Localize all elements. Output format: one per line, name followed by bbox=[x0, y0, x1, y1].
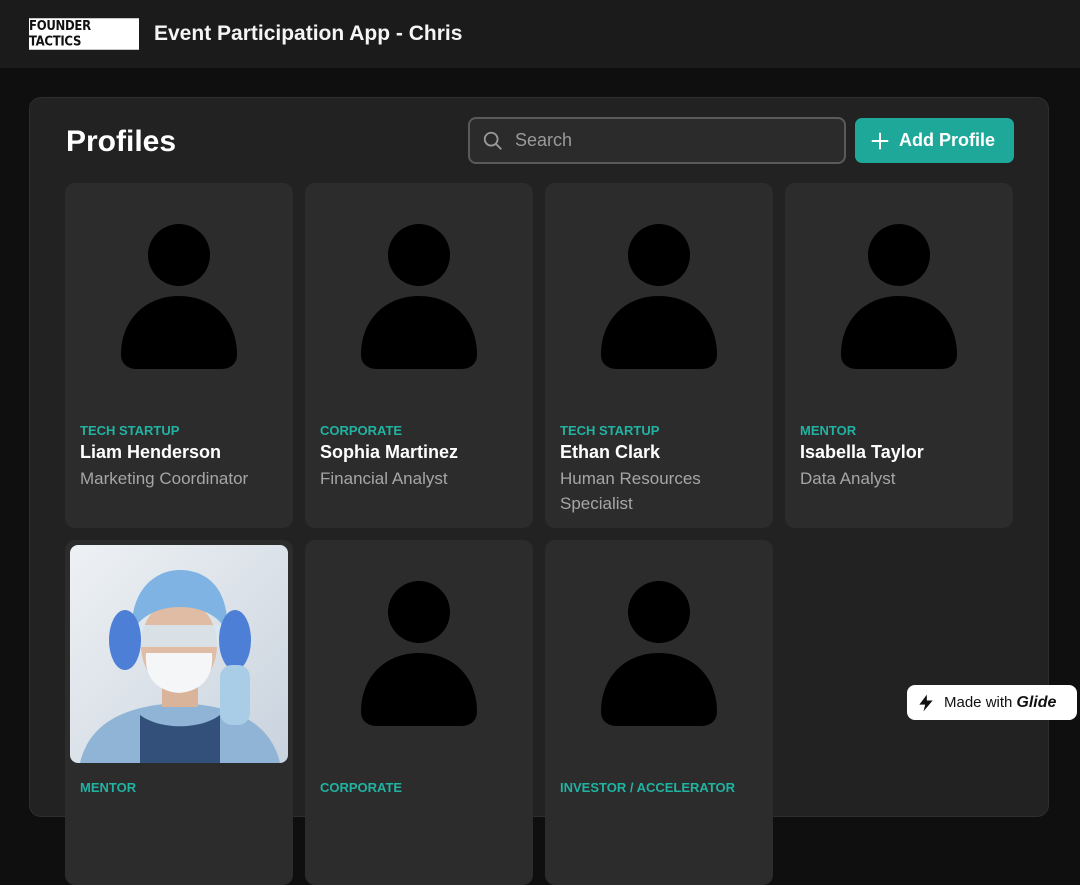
profile-card[interactable]: CORPORATE bbox=[305, 540, 533, 885]
profile-card[interactable]: CORPORATE Sophia Martinez Financial Anal… bbox=[305, 183, 533, 528]
profile-category: INVESTOR / ACCELERATOR bbox=[560, 780, 736, 795]
search-input[interactable] bbox=[515, 130, 815, 151]
person-placeholder-icon bbox=[601, 581, 717, 726]
profile-card[interactable]: MENTOR bbox=[65, 540, 293, 885]
person-placeholder-icon bbox=[361, 224, 477, 369]
profile-role: Marketing Coordinator bbox=[80, 469, 249, 488]
profile-category: MENTOR bbox=[80, 780, 137, 795]
profile-name: Liam Henderson bbox=[80, 442, 222, 462]
profile-category: TECH STARTUP bbox=[560, 423, 660, 438]
person-placeholder-icon bbox=[841, 224, 957, 369]
person-placeholder-icon bbox=[121, 224, 237, 369]
profile-card[interactable]: TECH STARTUP Ethan Clark Human Resources… bbox=[545, 183, 773, 528]
app-title: Event Participation App - Chris bbox=[154, 22, 463, 45]
profile-name: Sophia Martinez bbox=[320, 442, 459, 462]
profile-role: Human Resources Specialist bbox=[560, 469, 701, 513]
badge-brand: Glide bbox=[1016, 693, 1057, 711]
add-profile-label: Add Profile bbox=[899, 130, 996, 150]
profile-category: MENTOR bbox=[800, 423, 857, 438]
lightning-icon bbox=[919, 694, 933, 711]
profile-card[interactable]: INVESTOR / ACCELERATOR bbox=[545, 540, 773, 885]
profiles-panel: Profiles Add Profile TECH STARTUP Liam H… bbox=[29, 97, 1049, 885]
profile-role: Data Analyst bbox=[800, 469, 896, 488]
plus-icon bbox=[871, 132, 889, 149]
add-profile-button[interactable]: Add Profile bbox=[855, 118, 1014, 163]
profile-role: Financial Analyst bbox=[320, 469, 448, 488]
founder-tactics-logo[interactable]: FOUNDER TACTICS bbox=[29, 18, 139, 50]
made-with-glide-badge[interactable]: Made with Glide bbox=[907, 685, 1077, 720]
search-icon bbox=[483, 131, 502, 150]
profile-card[interactable]: MENTOR Isabella Taylor Data Analyst bbox=[785, 183, 1013, 528]
top-bar: FOUNDER TACTICS Event Participation App … bbox=[0, 0, 1080, 68]
badge-prefix: Made with bbox=[944, 694, 1013, 711]
profile-category: CORPORATE bbox=[320, 423, 403, 438]
profile-category: TECH STARTUP bbox=[80, 423, 180, 438]
profile-category: CORPORATE bbox=[320, 780, 403, 795]
profile-card[interactable]: TECH STARTUP Liam Henderson Marketing Co… bbox=[65, 183, 293, 528]
profile-name: Isabella Taylor bbox=[800, 442, 924, 462]
person-placeholder-icon bbox=[601, 224, 717, 369]
page-title: Profiles bbox=[66, 125, 177, 158]
person-placeholder-icon bbox=[361, 581, 477, 726]
profile-name: Ethan Clark bbox=[560, 442, 661, 462]
search-box[interactable] bbox=[468, 117, 846, 164]
profile-photo bbox=[70, 545, 288, 763]
